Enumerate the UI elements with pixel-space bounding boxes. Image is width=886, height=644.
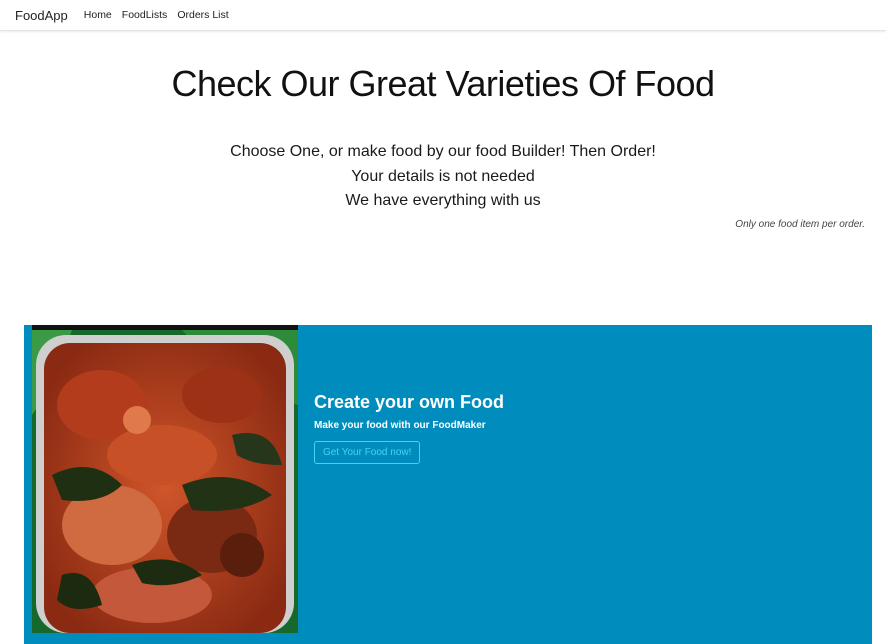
order-limit-note: Only one food item per order. [735, 219, 865, 230]
hero-subtitle: Choose One, or make food by our food Bui… [230, 143, 656, 160]
nav-link-orders-list[interactable]: Orders List [177, 9, 228, 21]
get-your-food-button[interactable]: Get Your Food now! [314, 441, 421, 464]
card-text: Make your food with our FoodMaker [314, 420, 486, 431]
brand-link[interactable]: FoodApp [15, 8, 68, 23]
food-builder-card: Create your own Food Make your food with… [24, 325, 872, 644]
hero-everything-text: We have everything with us [345, 192, 541, 209]
page-title: Check Our Great Varieties Of Food [171, 63, 715, 104]
food-photo [32, 325, 298, 633]
card-body: Create your own Food Make your food with… [314, 392, 504, 464]
nav-link-home[interactable]: Home [84, 9, 112, 21]
hero-details-text: Your details is not needed [351, 168, 535, 185]
top-navbar: FoodApp Home FoodLists Orders List [0, 0, 886, 31]
card-title: Create your own Food [314, 392, 505, 412]
nav-link-foodlists[interactable]: FoodLists [122, 9, 168, 21]
